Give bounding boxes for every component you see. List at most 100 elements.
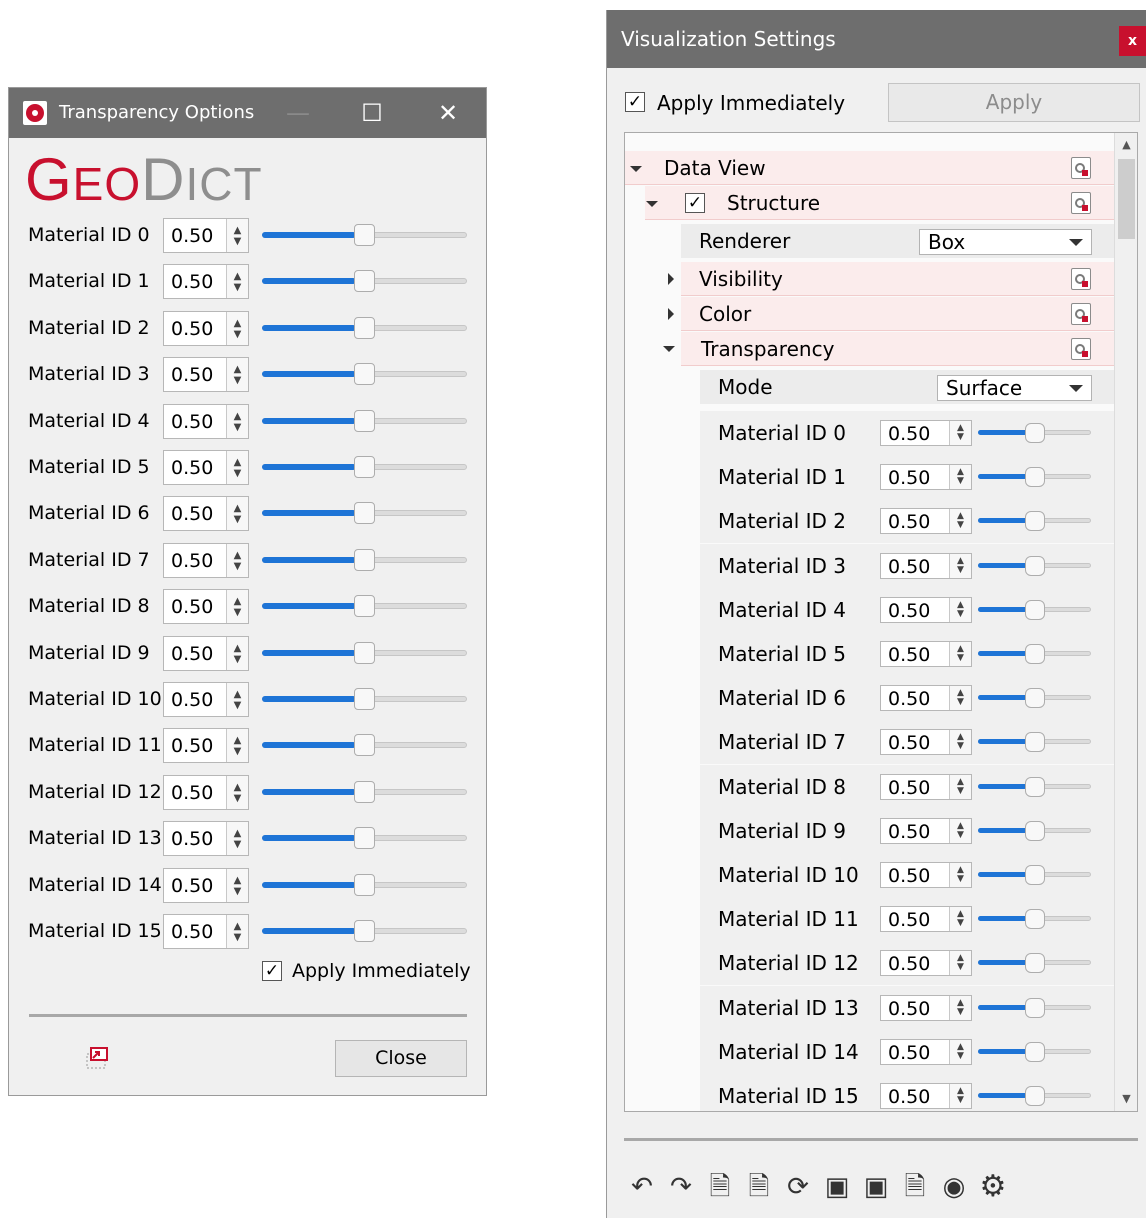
material-value-spinbox[interactable]: 0.50 ▲ ▼ bbox=[880, 464, 972, 491]
transparency-slider[interactable] bbox=[262, 640, 467, 666]
material-value-spinbox[interactable]: 0.50 ▲ ▼ bbox=[163, 264, 249, 300]
expand-arrow-icon[interactable] bbox=[646, 201, 658, 207]
spin-arrows-icon[interactable]: ▲ ▼ bbox=[949, 995, 971, 1020]
spin-arrows-icon[interactable]: ▲ ▼ bbox=[226, 543, 248, 577]
material-value-spinbox[interactable]: 0.50 ▲ ▼ bbox=[163, 914, 249, 949]
collapse-arrow-icon[interactable] bbox=[668, 273, 674, 285]
renderer-select[interactable]: Box bbox=[919, 229, 1092, 255]
slider-thumb[interactable] bbox=[354, 363, 375, 386]
material-value-spinbox[interactable]: 0.50 ▲ ▼ bbox=[163, 542, 249, 578]
slider-thumb[interactable] bbox=[354, 502, 375, 525]
slider-thumb[interactable] bbox=[354, 409, 375, 432]
reset-settings-icon[interactable] bbox=[1071, 338, 1091, 360]
spin-arrows-icon[interactable]: ▲ ▼ bbox=[226, 590, 248, 624]
load-render-icon[interactable]: ▣ bbox=[859, 1170, 893, 1204]
spin-arrows-icon[interactable]: ▲ ▼ bbox=[226, 775, 248, 809]
load-settings-icon[interactable]: 🗎 bbox=[703, 1170, 737, 1204]
slider-thumb[interactable] bbox=[1025, 688, 1045, 709]
transparency-slider[interactable] bbox=[978, 1083, 1091, 1109]
spin-arrows-icon[interactable]: ▲ ▼ bbox=[949, 774, 971, 799]
undock-icon[interactable] bbox=[81, 1044, 111, 1074]
material-value-spinbox[interactable]: 0.50 ▲ ▼ bbox=[880, 1083, 972, 1109]
slider-thumb[interactable] bbox=[1025, 820, 1045, 841]
transparency-slider[interactable] bbox=[262, 686, 467, 712]
vertical-scrollbar[interactable]: ▲ ▼ bbox=[1114, 133, 1137, 1111]
save-settings-icon[interactable]: 🗎 bbox=[742, 1170, 776, 1204]
material-value-spinbox[interactable]: 0.50 ▲ ▼ bbox=[163, 357, 249, 393]
spin-arrows-icon[interactable]: ▲ ▼ bbox=[226, 358, 248, 392]
material-value-spinbox[interactable]: 0.50 ▲ ▼ bbox=[163, 218, 249, 253]
tree-item-color[interactable]: Color bbox=[668, 297, 1114, 331]
slider-thumb[interactable] bbox=[1025, 776, 1045, 797]
slider-thumb[interactable] bbox=[354, 548, 375, 571]
material-value-spinbox[interactable]: 0.50 ▲ ▼ bbox=[880, 552, 972, 579]
apply-button[interactable]: Apply bbox=[888, 83, 1140, 122]
close-button[interactable]: Close bbox=[335, 1040, 467, 1077]
scroll-thumb[interactable] bbox=[1118, 159, 1135, 239]
tree-item-visibility[interactable]: Visibility bbox=[668, 262, 1114, 296]
material-value-spinbox[interactable]: 0.50 ▲ ▼ bbox=[163, 403, 249, 439]
material-value-spinbox[interactable]: 0.50 ▲ ▼ bbox=[880, 773, 972, 800]
reset-settings-icon[interactable] bbox=[1071, 157, 1091, 179]
slider-thumb[interactable] bbox=[1025, 599, 1045, 620]
spin-arrows-icon[interactable]: ▲ ▼ bbox=[949, 1084, 971, 1108]
transparency-slider[interactable] bbox=[262, 315, 467, 341]
material-value-spinbox[interactable]: 0.50 ▲ ▼ bbox=[880, 596, 972, 623]
tree-item-structure[interactable]: ✓ Structure bbox=[645, 186, 1114, 220]
mode-select[interactable]: Surface bbox=[937, 375, 1092, 401]
slider-thumb[interactable] bbox=[354, 224, 375, 246]
transparency-slider[interactable] bbox=[978, 906, 1091, 932]
slider-thumb[interactable] bbox=[354, 595, 375, 618]
slider-thumb[interactable] bbox=[354, 456, 375, 478]
spin-arrows-icon[interactable]: ▲ ▼ bbox=[226, 265, 248, 299]
transparency-slider[interactable] bbox=[978, 862, 1091, 888]
reset-settings-icon[interactable] bbox=[1071, 303, 1091, 325]
spin-arrows-icon[interactable]: ▲ ▼ bbox=[949, 553, 971, 578]
transparency-slider[interactable] bbox=[978, 685, 1091, 711]
spin-arrows-icon[interactable]: ▲ ▼ bbox=[949, 686, 971, 711]
reset-settings-icon[interactable] bbox=[1071, 268, 1091, 290]
transparency-slider[interactable] bbox=[262, 779, 467, 805]
transparency-slider[interactable] bbox=[262, 408, 467, 434]
transparency-slider[interactable] bbox=[978, 774, 1091, 800]
eye-icon[interactable]: ◉ bbox=[937, 1170, 971, 1204]
material-value-spinbox[interactable]: 0.50 ▲ ▼ bbox=[163, 867, 249, 903]
material-value-spinbox[interactable]: 0.50 ▲ ▼ bbox=[880, 1038, 972, 1065]
slider-thumb[interactable] bbox=[354, 641, 375, 664]
render-settings-icon[interactable]: ▣ bbox=[820, 1170, 854, 1204]
transparency-slider[interactable] bbox=[978, 553, 1091, 579]
transparency-slider[interactable] bbox=[978, 420, 1091, 446]
spin-arrows-icon[interactable]: ▲ ▼ bbox=[226, 729, 248, 763]
material-value-spinbox[interactable]: 0.50 ▲ ▼ bbox=[880, 862, 972, 888]
scroll-down-icon[interactable]: ▼ bbox=[1115, 1087, 1137, 1111]
material-value-spinbox[interactable]: 0.50 ▲ ▼ bbox=[880, 729, 972, 756]
transparency-slider[interactable] bbox=[978, 729, 1091, 755]
transparency-slider[interactable] bbox=[978, 818, 1091, 844]
spin-arrows-icon[interactable]: ▲ ▼ bbox=[949, 509, 971, 534]
material-value-spinbox[interactable]: 0.50 ▲ ▼ bbox=[880, 508, 972, 535]
slider-thumb[interactable] bbox=[1025, 953, 1045, 974]
material-value-spinbox[interactable]: 0.50 ▲ ▼ bbox=[163, 821, 249, 857]
maximize-button[interactable]: ☐ bbox=[347, 88, 397, 138]
slider-thumb[interactable] bbox=[1025, 732, 1045, 753]
spin-arrows-icon[interactable]: ▲ ▼ bbox=[949, 951, 971, 976]
expand-arrow-icon[interactable] bbox=[630, 166, 642, 172]
transparency-slider[interactable] bbox=[978, 464, 1091, 490]
spin-arrows-icon[interactable]: ▲ ▼ bbox=[226, 636, 248, 670]
spin-arrows-icon[interactable]: ▲ ▼ bbox=[949, 730, 971, 755]
spin-arrows-icon[interactable]: ▲ ▼ bbox=[949, 421, 971, 445]
spin-arrows-icon[interactable]: ▲ ▼ bbox=[226, 451, 248, 484]
transparency-slider[interactable] bbox=[262, 547, 467, 573]
slider-thumb[interactable] bbox=[354, 827, 375, 850]
slider-thumb[interactable] bbox=[354, 873, 375, 896]
material-value-spinbox[interactable]: 0.50 ▲ ▼ bbox=[880, 906, 972, 933]
transparency-slider[interactable] bbox=[978, 950, 1091, 976]
refresh-settings-icon[interactable]: ⟳ bbox=[781, 1170, 815, 1204]
transparency-slider[interactable] bbox=[978, 1039, 1091, 1065]
material-value-spinbox[interactable]: 0.50 ▲ ▼ bbox=[880, 994, 972, 1021]
transparency-slider[interactable] bbox=[978, 597, 1091, 623]
spin-arrows-icon[interactable]: ▲ ▼ bbox=[949, 597, 971, 622]
apply-immediately-checkbox[interactable]: ✓ bbox=[262, 961, 282, 981]
transparency-slider[interactable] bbox=[262, 500, 467, 526]
spin-arrows-icon[interactable]: ▲ ▼ bbox=[949, 642, 971, 666]
